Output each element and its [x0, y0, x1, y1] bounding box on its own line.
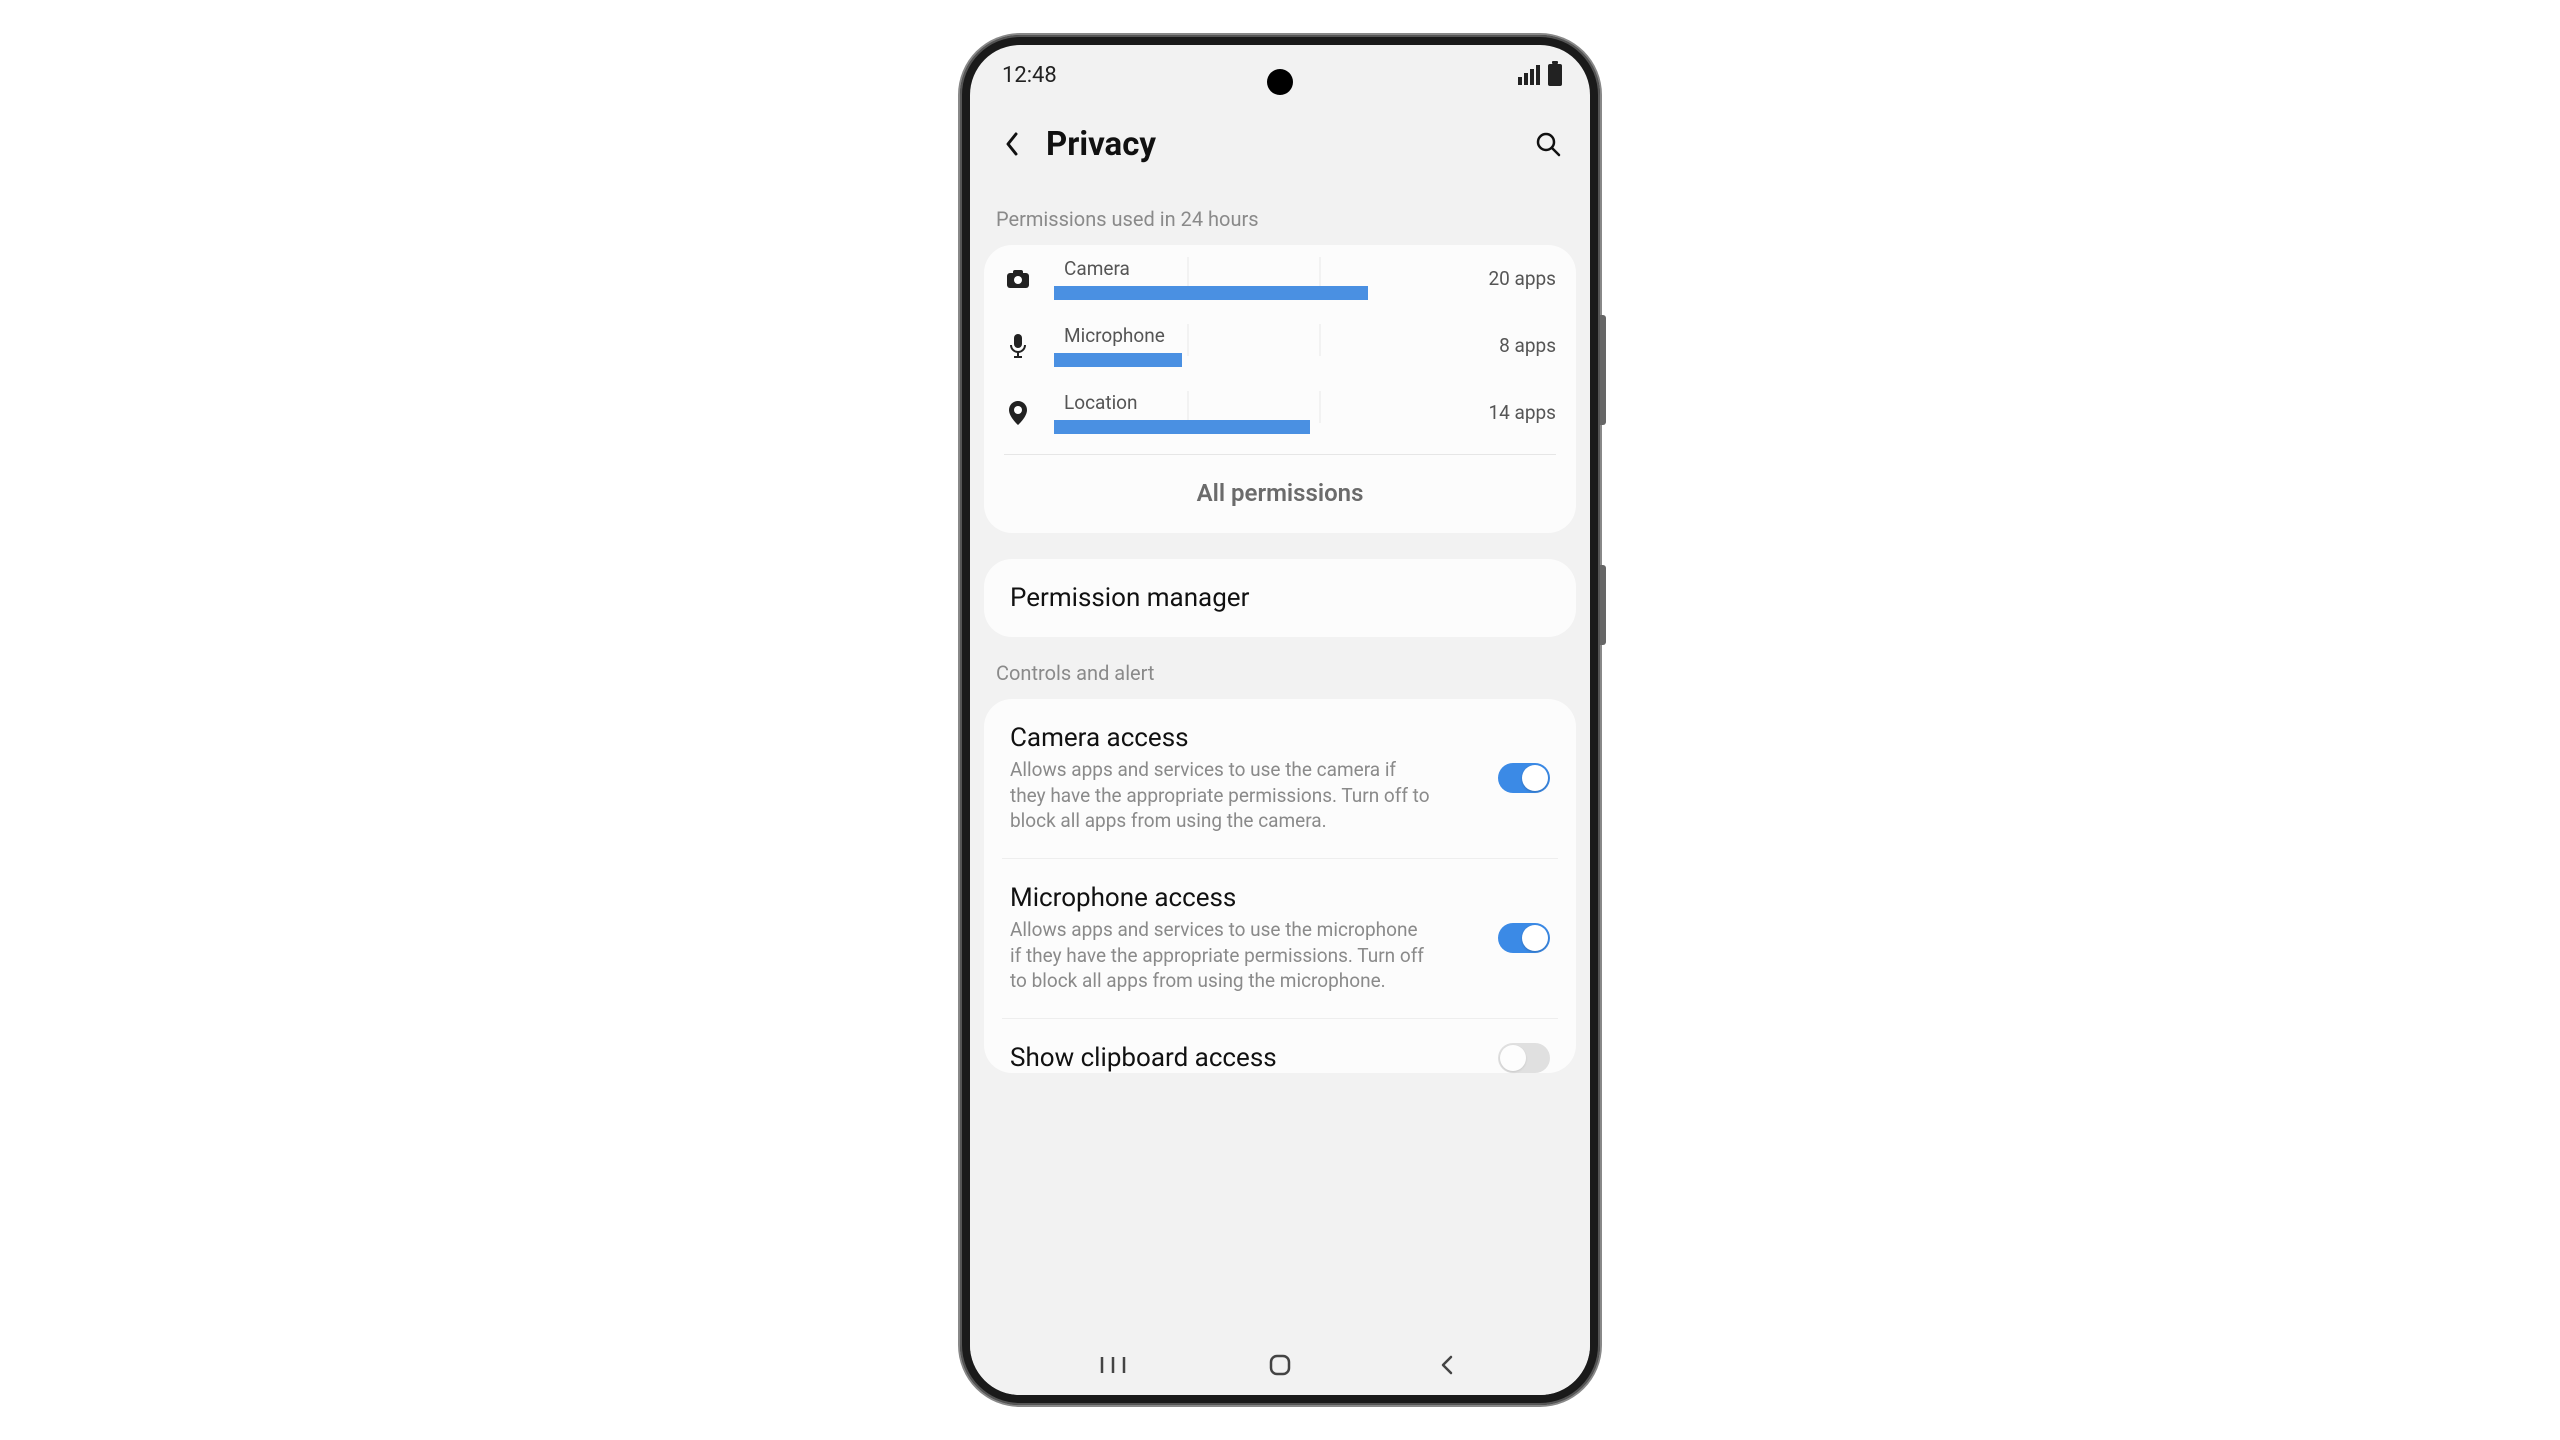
recents-button[interactable]: [1093, 1345, 1133, 1385]
camera-access-item[interactable]: Camera access Allows apps and services t…: [984, 699, 1576, 858]
list-item-title: Permission manager: [1010, 583, 1550, 613]
status-right: [1516, 64, 1562, 86]
battery-icon: [1548, 64, 1562, 86]
permission-count: 14 apps: [1478, 401, 1556, 424]
clipboard-access-item[interactable]: Show clipboard access: [984, 1019, 1576, 1073]
camera-icon: [1004, 269, 1032, 289]
search-icon[interactable]: [1532, 128, 1564, 160]
nav-bar: [970, 1335, 1590, 1395]
microphone-icon: [1004, 333, 1032, 359]
permission-name: Location: [1054, 391, 1456, 414]
back-icon[interactable]: [996, 128, 1028, 160]
permission-row-location[interactable]: Location 14 apps: [984, 379, 1576, 446]
permission-bar: [1054, 420, 1310, 434]
list-item-title: Show clipboard access: [1010, 1043, 1480, 1073]
permission-bar: [1054, 286, 1368, 300]
all-permissions-button[interactable]: All permissions: [984, 455, 1576, 533]
camera-notch: [1267, 69, 1293, 95]
permission-row-microphone[interactable]: Microphone 8 apps: [984, 312, 1576, 379]
clipboard-access-toggle[interactable]: [1498, 1043, 1550, 1073]
permissions-card: Camera 20 apps Microphone 8 a: [984, 245, 1576, 533]
microphone-access-item[interactable]: Microphone access Allows apps and servic…: [984, 859, 1576, 1018]
permission-manager-card: Permission manager: [984, 559, 1576, 637]
permission-count: 20 apps: [1478, 267, 1556, 290]
permission-bar: [1054, 353, 1182, 367]
list-item-desc: Allows apps and services to use the micr…: [1010, 917, 1430, 994]
microphone-access-toggle[interactable]: [1498, 923, 1550, 953]
list-item-desc: Allows apps and services to use the came…: [1010, 757, 1430, 834]
phone-side-button: [1600, 315, 1606, 425]
list-item-title: Camera access: [1010, 723, 1480, 753]
list-item-title: Microphone access: [1010, 883, 1480, 913]
page-title: Privacy: [1046, 125, 1514, 164]
header: Privacy: [970, 105, 1590, 183]
camera-access-toggle[interactable]: [1498, 763, 1550, 793]
phone-frame: 12:48 Privacy Permissi: [960, 35, 1600, 1405]
screen: 12:48 Privacy Permissi: [970, 45, 1590, 1395]
controls-alert-label: Controls and alert: [970, 637, 1590, 699]
controls-card: Camera access Allows apps and services t…: [984, 699, 1576, 1073]
permission-name: Microphone: [1054, 324, 1456, 347]
content: Permissions used in 24 hours Camera 20 a…: [970, 183, 1590, 1335]
home-button[interactable]: [1260, 1345, 1300, 1385]
status-time: 12:48: [1002, 63, 1057, 88]
permissions-used-label: Permissions used in 24 hours: [970, 183, 1590, 245]
permission-row-camera[interactable]: Camera 20 apps: [984, 245, 1576, 312]
permission-name: Camera: [1054, 257, 1456, 280]
permission-manager-item[interactable]: Permission manager: [984, 559, 1576, 637]
signal-icon: [1516, 65, 1540, 85]
nav-back-button[interactable]: [1427, 1345, 1467, 1385]
location-icon: [1004, 400, 1032, 426]
permission-count: 8 apps: [1478, 334, 1556, 357]
phone-side-button: [1600, 565, 1606, 645]
